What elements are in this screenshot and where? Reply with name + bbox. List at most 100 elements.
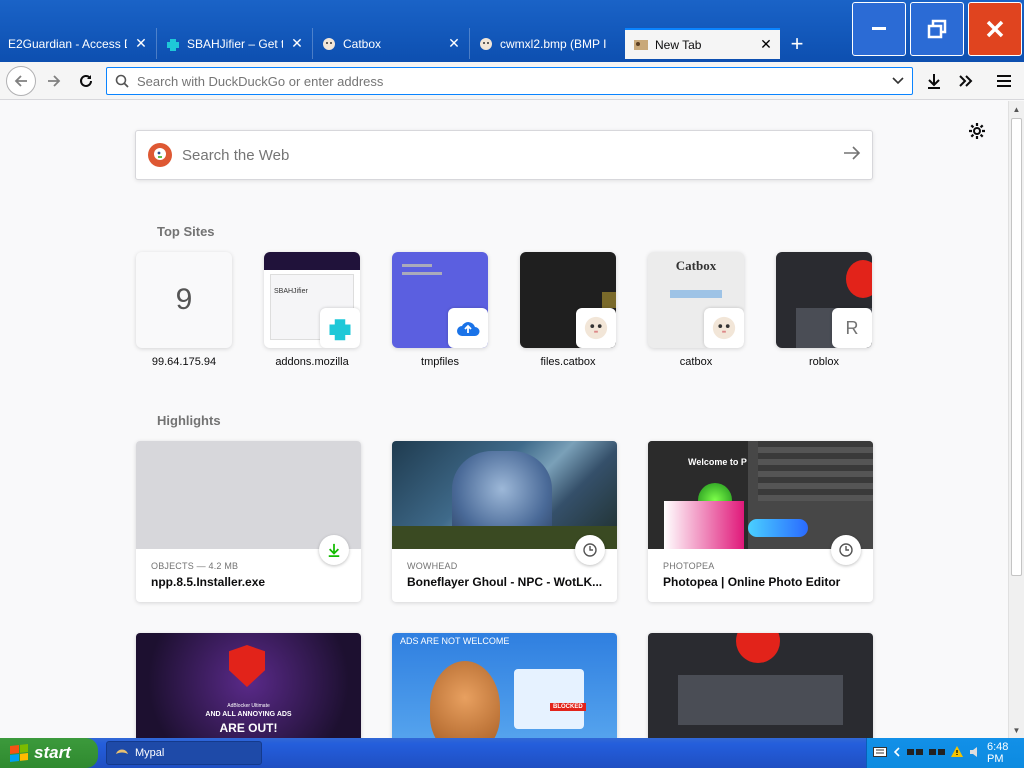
arrow-right-icon — [48, 75, 61, 87]
gear-icon[interactable] — [967, 121, 987, 141]
scroll-up-icon[interactable]: ▲ — [1009, 101, 1024, 117]
highlights-heading: Highlights — [157, 413, 221, 428]
restore-button[interactable] — [910, 2, 964, 56]
blocked-tag: BLOCKED — [550, 703, 586, 711]
highlight-card[interactable]: AdBlocker Ultimate AND ALL ANNOYING ADS … — [136, 633, 361, 738]
system-tray: 6:48 PM — [866, 738, 1024, 768]
shield-icon — [229, 645, 265, 687]
tab-e2guardian[interactable]: E2Guardian - Access De ✕ — [0, 28, 155, 59]
download-icon — [928, 74, 940, 89]
network-icon[interactable] — [929, 747, 945, 760]
tab-sbahjifier[interactable]: SBAHJifier – Get thi ✕ — [156, 28, 311, 59]
task-label: Mypal — [135, 747, 165, 759]
clock-icon — [575, 535, 605, 565]
catbox-icon — [704, 308, 744, 348]
keyboard-icon[interactable] — [873, 746, 887, 760]
close-icon[interactable]: ✕ — [133, 35, 149, 52]
new-tab-button[interactable]: + — [784, 31, 810, 57]
new-tab-page: Top Sites 9 99.64.175.94 SBAHJifier addo… — [0, 101, 1008, 738]
close-icon — [986, 20, 1004, 38]
highlight-card[interactable]: ADS ARE NOT WELCOME BLOCKED — [392, 633, 617, 738]
top-site-tile[interactable]: files.catbox — [520, 252, 616, 368]
catbox-icon — [576, 308, 616, 348]
mypal-icon — [115, 746, 129, 761]
hand-stop-icon — [846, 260, 872, 298]
highlight-card[interactable]: OBJECTS — 4.2 MB npp.8.5.Installer.exe — [136, 441, 361, 602]
tile-thumbnail: SBAHJifier — [264, 252, 360, 348]
card-title: Photopea | Online Photo Editor — [663, 575, 841, 589]
reload-button[interactable] — [72, 67, 100, 95]
top-site-tile[interactable]: Catbox catbox — [648, 252, 744, 368]
tab-label: SBAHJifier – Get thi — [187, 36, 283, 51]
url-bar[interactable] — [106, 67, 913, 95]
tab-label: Catbox — [343, 36, 382, 51]
close-icon[interactable]: ✕ — [758, 36, 774, 53]
close-window-button[interactable] — [968, 2, 1022, 56]
search-icon — [115, 74, 129, 88]
minimize-button[interactable] — [852, 2, 906, 56]
newtab-icon — [633, 37, 649, 53]
card-image: Welcome to P — [648, 441, 873, 549]
scroll-down-icon[interactable]: ▼ — [1009, 722, 1024, 738]
close-icon[interactable]: ✕ — [289, 35, 305, 52]
tile-thumbnail: Catbox — [648, 252, 744, 348]
top-site-tile[interactable]: SBAHJifier addons.mozilla — [264, 252, 360, 368]
highlight-card[interactable]: WOWHEAD Boneflayer Ghoul - NPC - WotLK..… — [392, 441, 617, 602]
back-button[interactable] — [6, 66, 36, 96]
tile-thumbnail: 9 — [136, 252, 232, 348]
color-picker — [664, 501, 744, 549]
card-meta: WOWHEAD — [407, 561, 458, 571]
arrow-right-icon[interactable] — [832, 145, 872, 166]
url-input[interactable] — [137, 73, 884, 89]
tile-thumbnail — [520, 252, 616, 348]
arrow-left-icon — [14, 75, 27, 87]
start-button[interactable]: start — [0, 738, 98, 768]
highlight-card[interactable]: Welcome to P PHOTOPEA Photopea | Online … — [648, 441, 873, 602]
top-site-tile[interactable]: R roblox — [776, 252, 872, 368]
overflow-button[interactable] — [952, 67, 980, 95]
warning-icon[interactable] — [951, 746, 963, 760]
adblock-banner: AND ALL ANNOYING ADS — [205, 711, 292, 718]
catbox-icon — [321, 36, 337, 52]
tile-label: tmpfiles — [421, 356, 459, 368]
highlight-card[interactable] — [648, 633, 873, 738]
tab-catbox[interactable]: Catbox ✕ — [312, 28, 468, 59]
tray-expand-icon[interactable] — [893, 746, 901, 760]
reload-icon — [80, 74, 92, 87]
card-meta: PHOTOPEA — [663, 561, 715, 571]
double-chevron-right-icon — [959, 75, 973, 87]
taskbar: start Mypal 6:48 PM — [0, 738, 1024, 768]
tab-cwmxl2-bmp[interactable]: cwmxl2.bmp (BMP I — [469, 28, 624, 59]
scrollbar-thumb[interactable] — [1011, 118, 1022, 576]
volume-icon[interactable] — [969, 746, 981, 761]
web-search-input[interactable] — [182, 146, 832, 164]
card-title: Boneflayer Ghoul - NPC - WotLK... — [407, 575, 603, 589]
photopea-welcome: Welcome to P — [688, 457, 747, 467]
tile-label: catbox — [679, 356, 713, 368]
addons-page-title: SBAHJifier — [274, 288, 308, 295]
card-image — [136, 441, 361, 549]
menu-button[interactable] — [990, 67, 1018, 95]
card-image: ADS ARE NOT WELCOME BLOCKED — [392, 633, 617, 738]
ads-banner: ADS ARE NOT WELCOME — [400, 636, 510, 646]
navigation-bar — [0, 62, 1024, 100]
downloads-button[interactable] — [920, 67, 948, 95]
forward-button[interactable] — [40, 67, 68, 95]
top-site-tile[interactable]: tmpfiles — [392, 252, 488, 368]
chevron-down-icon[interactable] — [884, 74, 912, 88]
hand-stop-icon — [736, 633, 780, 663]
vertical-scrollbar[interactable]: ▲ ▼ — [1008, 101, 1024, 738]
close-icon[interactable]: ✕ — [446, 35, 462, 52]
card-meta: OBJECTS — 4.2 MB — [151, 561, 239, 571]
tab-strip: E2Guardian - Access De ✕ SBAHJifier – Ge… — [0, 0, 1024, 62]
tab-new-tab[interactable]: New Tab ✕ — [625, 28, 780, 59]
taskbar-item-mypal[interactable]: Mypal — [106, 741, 262, 765]
card-image — [648, 633, 873, 738]
network-icon[interactable] — [907, 747, 923, 760]
web-search-box[interactable] — [135, 130, 873, 180]
tab-label: New Tab — [655, 37, 702, 52]
tile-letter: 9 — [175, 283, 193, 316]
top-sites-heading: Top Sites — [157, 224, 215, 239]
top-site-tile[interactable]: 9 99.64.175.94 — [136, 252, 232, 368]
windows-logo-icon — [10, 744, 28, 762]
